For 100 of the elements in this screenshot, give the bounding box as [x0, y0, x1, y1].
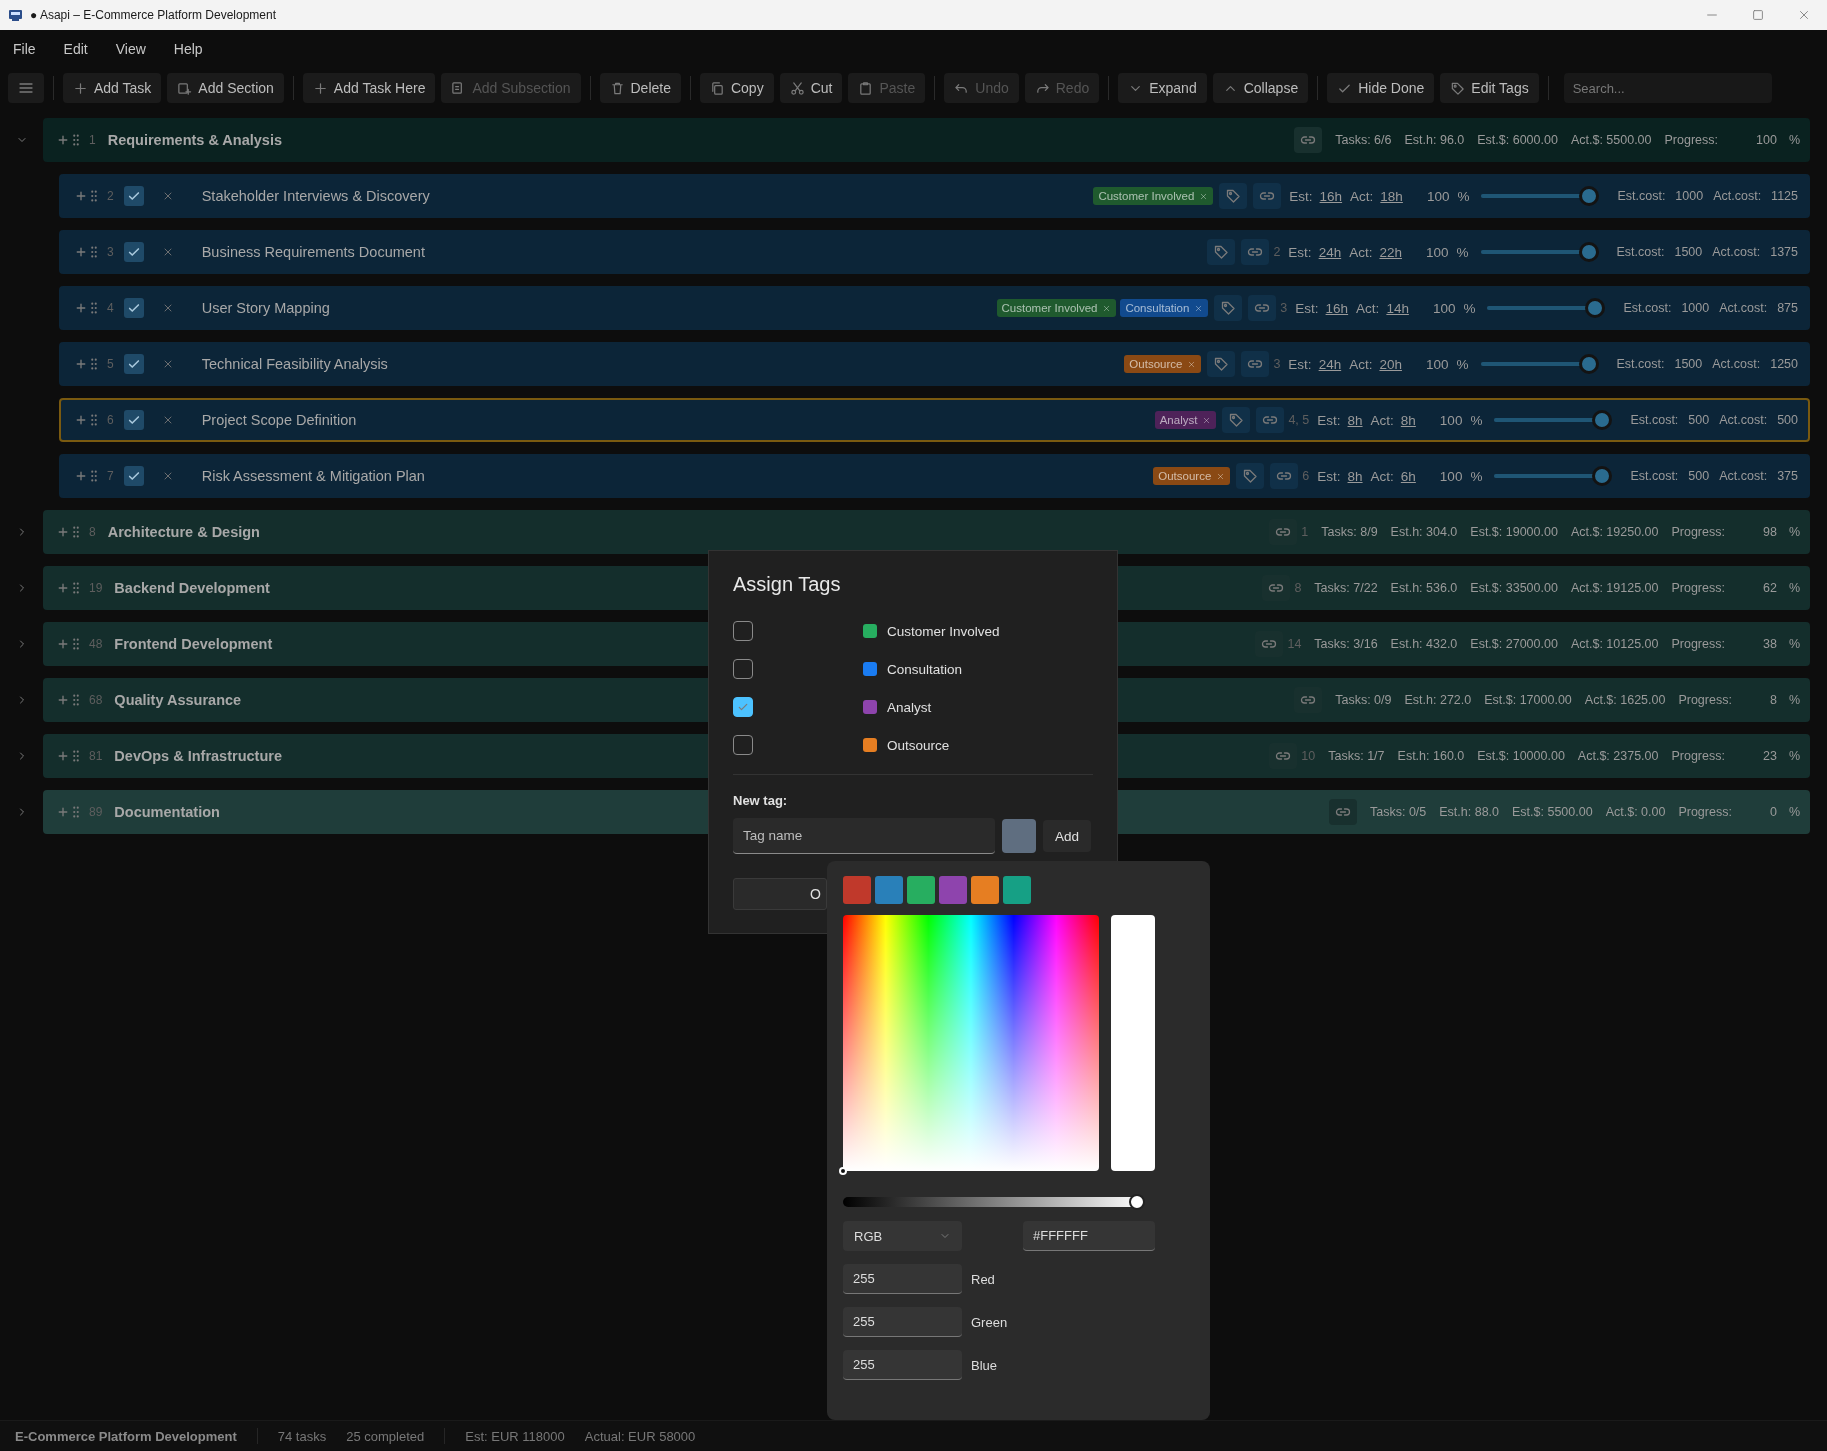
task-title: Risk Assessment & Mitigation Plan	[201, 468, 425, 484]
actual-cost: 1250	[1770, 357, 1798, 371]
actual-cost: Act.$: 2375.00	[1577, 749, 1659, 763]
estimated-cost-label: Est.cost:	[1617, 189, 1666, 203]
channel-label: Green	[971, 1314, 1008, 1330]
row-number: 5	[107, 357, 114, 371]
task-title: Project Scope Definition	[201, 412, 357, 428]
tag-name: Analyst	[887, 699, 932, 715]
task-count: Tasks: 7/22	[1314, 581, 1378, 595]
row-number: 1	[89, 133, 96, 147]
actual-cost: 1375	[1770, 245, 1798, 259]
estimated-cost: Est.$: 27000.00	[1470, 637, 1558, 651]
dependency-count: 8	[1294, 581, 1302, 595]
dialog-title: Assign Tags	[733, 573, 842, 596]
task-count: Tasks: 0/5	[1370, 805, 1427, 819]
tag-label: Analyst	[1159, 414, 1198, 426]
progress-label: Progress:	[1671, 749, 1725, 763]
estimated-cost: 500	[1688, 413, 1710, 427]
row-number: 8	[89, 525, 96, 539]
actual-cost-label: Act.cost:	[1719, 301, 1768, 315]
row-number: 19	[89, 581, 103, 595]
dependency-list: 2	[1273, 245, 1281, 259]
actual-label: Act:	[1349, 244, 1373, 260]
row-number: 6	[107, 413, 114, 427]
task-title: Technical Feasibility Analysis	[201, 356, 388, 372]
actual-cost: 1125	[1771, 189, 1798, 203]
tag-label: Outsource	[1158, 470, 1212, 482]
estimated-cost: Est.$: 5500.00	[1512, 805, 1593, 819]
progress-value: 98	[1762, 525, 1777, 539]
tag-name: Consultation	[887, 661, 963, 677]
estimated-cost-label: Est.cost:	[1616, 245, 1665, 259]
percent-sign: %	[1463, 300, 1476, 316]
actual-cost: Act.$: 0.00	[1605, 805, 1666, 819]
task-total: 74 tasks	[277, 1428, 327, 1444]
actual-cost: Act.$: 5500.00	[1570, 133, 1652, 147]
row-number: 81	[89, 749, 103, 763]
task-count: Tasks: 3/16	[1314, 637, 1378, 651]
actual-label: Act:	[1370, 412, 1394, 428]
tag-name: Outsource	[887, 737, 950, 753]
progress-label: Progress:	[1664, 133, 1718, 147]
new-tag-label: New tag:	[733, 793, 789, 808]
tag-label: Consultation	[1125, 302, 1190, 314]
estimated-cost: 1500	[1674, 245, 1703, 259]
estimate-label: Est:	[1317, 412, 1341, 428]
project-name: E-Commerce Platform Development	[15, 1428, 237, 1444]
progress-value: 0	[1769, 805, 1777, 819]
progress-value: 8	[1769, 693, 1777, 707]
section-title: DevOps & Infrastructure	[114, 748, 282, 764]
tag-label: Customer Involved	[1001, 302, 1098, 314]
estimated-hours: Est.h: 536.0	[1390, 581, 1458, 595]
dependency-list: 4, 5	[1288, 413, 1310, 427]
estimated-cost: 1000	[1681, 301, 1710, 315]
estimate-label: Est:	[1317, 468, 1341, 484]
channel-label: Blue	[971, 1357, 998, 1373]
actual-cost: Act.$: 1625.00	[1584, 693, 1666, 707]
row-number: 3	[107, 245, 114, 259]
percent-sign: %	[1470, 412, 1483, 428]
task-title: Stakeholder Interviews & Discovery	[201, 188, 430, 204]
percent-sign: %	[1456, 356, 1469, 372]
estimated-cost: 1000	[1675, 189, 1704, 203]
progress-value: 100	[1756, 133, 1777, 147]
dependency-count: 14	[1287, 637, 1302, 651]
task-count: Tasks: 6/6	[1335, 133, 1392, 147]
section-title: Backend Development	[114, 580, 270, 596]
row-number: 48	[89, 637, 103, 651]
actual-label: Act:	[1370, 468, 1394, 484]
completed-count: 25 completed	[346, 1428, 425, 1444]
task-count: Tasks: 0/9	[1335, 693, 1392, 707]
progress-value: 100	[1426, 188, 1450, 204]
percent-sign: %	[1788, 749, 1800, 763]
dependency-list: 6	[1302, 469, 1310, 483]
tag-label: Outsource	[1129, 358, 1183, 370]
estimated-total: Est: EUR 118000	[465, 1428, 565, 1444]
progress-value: 23	[1762, 749, 1777, 763]
actual-label: Act:	[1349, 356, 1373, 372]
row-number: 89	[89, 805, 103, 819]
estimated-cost-label: Est.cost:	[1616, 357, 1665, 371]
row-number: 7	[107, 469, 114, 483]
actual-cost-label: Act.cost:	[1712, 357, 1761, 371]
estimated-hours: Est.h: 432.0	[1390, 637, 1458, 651]
actual-cost-label: Act.cost:	[1719, 469, 1768, 483]
dependency-list: 3	[1273, 357, 1281, 371]
actual-cost-label: Act.cost:	[1713, 189, 1762, 203]
estimated-cost-label: Est.cost:	[1630, 469, 1679, 483]
task-count: Tasks: 1/7	[1328, 749, 1385, 763]
estimated-hours: Est.h: 272.0	[1404, 693, 1472, 707]
estimated-cost-label: Est.cost:	[1623, 301, 1672, 315]
actual-total: Actual: EUR 58000	[584, 1428, 696, 1444]
actual-label: Act:	[1350, 188, 1374, 204]
estimated-hours: Est.h: 88.0	[1439, 805, 1500, 819]
row-number: 2	[107, 189, 114, 203]
progress-value: 100	[1425, 244, 1449, 260]
actual-cost: Act.$: 19250.00	[1570, 525, 1659, 539]
progress-label: Progress:	[1678, 693, 1732, 707]
estimated-cost: Est.$: 19000.00	[1470, 525, 1558, 539]
estimated-cost: Est.$: 10000.00	[1477, 749, 1565, 763]
row-number: 4	[107, 301, 114, 315]
estimated-cost-label: Est.cost:	[1630, 413, 1679, 427]
actual-cost: Act.$: 19125.00	[1570, 581, 1659, 595]
progress-label: Progress:	[1678, 805, 1732, 819]
